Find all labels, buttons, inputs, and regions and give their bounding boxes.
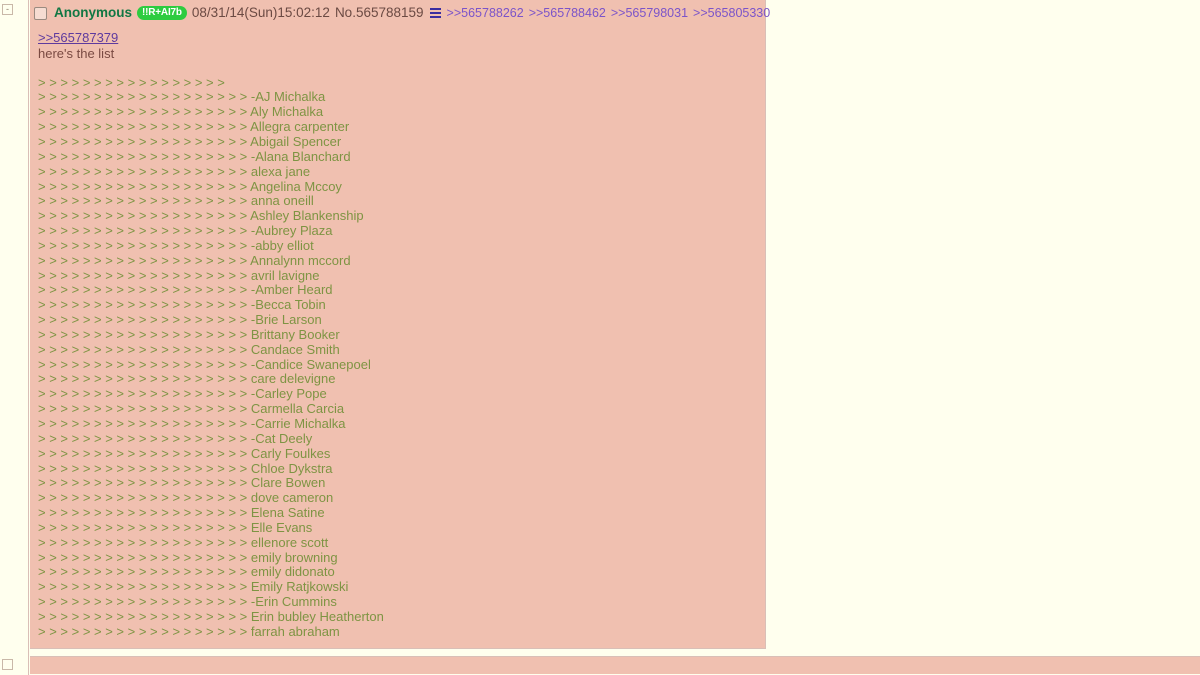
greentext-line: > > > > > > > > > > > > > > > > > > > Ca… <box>38 401 345 417</box>
greentext-line: > > > > > > > > > > > > > > > > > > > -A… <box>38 89 326 105</box>
greentext-line: > > > > > > > > > > > > > > > > > > > El… <box>38 519 313 535</box>
post-timestamp: 08/31/14(Sun)15:02:12 <box>191 5 330 20</box>
next-post-reply <box>30 655 1200 674</box>
post-message-body: >>565787379 here's the list > > > > > > … <box>38 30 765 640</box>
greentext-line: > > > > > > > > > > > > > > > > > > > -a… <box>38 237 314 253</box>
greentext-line: > > > > > > > > > > > > > > > > > > > av… <box>38 267 320 283</box>
greentext-line: > > > > > > > > > > > > > > > > > > > do… <box>38 490 334 506</box>
post-number[interactable]: No.565788159 <box>335 5 424 21</box>
post-reply: Anonymous !!R+AI7b 08/31/14(Sun)15:02:12… <box>30 0 770 649</box>
quote-link[interactable]: >>565787379 <box>38 30 118 46</box>
greentext-line: > > > > > > > > > > > > > > > > > > > Em… <box>38 579 349 595</box>
greentext-line: > > > > > > > > > > > > > > > > > > > An… <box>38 252 351 268</box>
greentext-line: > > > > > > > > > > > > > > > > > > > -C… <box>38 430 313 446</box>
greentext-line: > > > > > > > > > > > > > > > > > > > Ab… <box>38 133 342 149</box>
greentext-line: > > > > > > > > > > > > > > > > > > > Cl… <box>38 475 326 491</box>
greentext-line: > > > > > > > > > > > > > > > > > > > al… <box>38 163 311 179</box>
post-intro-text: here's the list <box>38 45 115 61</box>
greentext-line: > > > > > > > > > > > > > > > > > > > -A… <box>38 148 351 164</box>
greentext-line: > > > > > > > > > > > > > > > > > > > ca… <box>38 371 336 387</box>
post-author-name: Anonymous <box>54 5 133 20</box>
next-post-collapse-toggle[interactable] <box>2 658 13 670</box>
greentext-line: > > > > > > > > > > > > > > > > > > > Al… <box>38 119 350 135</box>
greentext-line: > > > > > > > > > > > > > > > > > > > -E… <box>38 594 337 610</box>
greentext-line: > > > > > > > > > > > > > > > > > <box>38 74 225 90</box>
greentext-line: > > > > > > > > > > > > > > > > > > > An… <box>38 178 342 194</box>
greentext-line: > > > > > > > > > > > > > > > > > > > -A… <box>38 282 333 298</box>
next-post-row <box>0 655 1200 674</box>
greentext-line: > > > > > > > > > > > > > > > > > > > Ca… <box>38 445 331 461</box>
greentext-block: > > > > > > > > > > > > > > > > > > > > … <box>38 74 765 640</box>
post-row: - Anonymous !!R+AI7b 08/31/14(Sun)15:02:… <box>0 0 1200 649</box>
backlink-0[interactable]: >>565788262 <box>447 5 524 21</box>
greentext-line: > > > > > > > > > > > > > > > > > > > Al… <box>38 104 324 120</box>
post-info-header: Anonymous !!R+AI7b 08/31/14(Sun)15:02:12… <box>30 2 770 21</box>
greentext-line: > > > > > > > > > > > > > > > > > > > fa… <box>38 623 340 639</box>
greentext-line: > > > > > > > > > > > > > > > > > > > el… <box>38 534 329 550</box>
backlink-1[interactable]: >>565788462 <box>529 5 606 21</box>
greentext-line: > > > > > > > > > > > > > > > > > > > -A… <box>38 223 333 239</box>
tripcode-badge: !!R+AI7b <box>137 6 187 20</box>
board-page: - Anonymous !!R+AI7b 08/31/14(Sun)15:02:… <box>0 0 1200 675</box>
greentext-line: > > > > > > > > > > > > > > > > > > > El… <box>38 505 325 521</box>
greentext-line: > > > > > > > > > > > > > > > > > > > em… <box>38 564 335 580</box>
backlink-2[interactable]: >>565798031 <box>611 5 688 21</box>
greentext-line: > > > > > > > > > > > > > > > > > > > -C… <box>38 386 327 402</box>
greentext-line: > > > > > > > > > > > > > > > > > > > an… <box>38 193 314 209</box>
greentext-line: > > > > > > > > > > > > > > > > > > > em… <box>38 549 338 565</box>
greentext-line: > > > > > > > > > > > > > > > > > > > Ca… <box>38 341 340 357</box>
greentext-line: > > > > > > > > > > > > > > > > > > > Br… <box>38 326 340 342</box>
hamburger-menu-icon[interactable] <box>429 7 441 19</box>
greentext-line: > > > > > > > > > > > > > > > > > > > -C… <box>38 416 346 431</box>
greentext-line: > > > > > > > > > > > > > > > > > > > Ch… <box>38 460 333 476</box>
greentext-line: > > > > > > > > > > > > > > > > > > > As… <box>38 208 364 224</box>
backlink-3[interactable]: >>565805330 <box>693 5 770 21</box>
greentext-line: > > > > > > > > > > > > > > > > > > > Er… <box>38 608 384 624</box>
greentext-line: > > > > > > > > > > > > > > > > > > > -B… <box>38 297 326 313</box>
greentext-line: > > > > > > > > > > > > > > > > > > > -B… <box>38 312 322 328</box>
post-collapse-toggle[interactable]: - <box>2 4 13 15</box>
greentext-line: > > > > > > > > > > > > > > > > > > > -C… <box>38 356 371 372</box>
post-select-checkbox[interactable] <box>34 6 47 20</box>
thread-container: - Anonymous !!R+AI7b 08/31/14(Sun)15:02:… <box>0 0 1200 674</box>
